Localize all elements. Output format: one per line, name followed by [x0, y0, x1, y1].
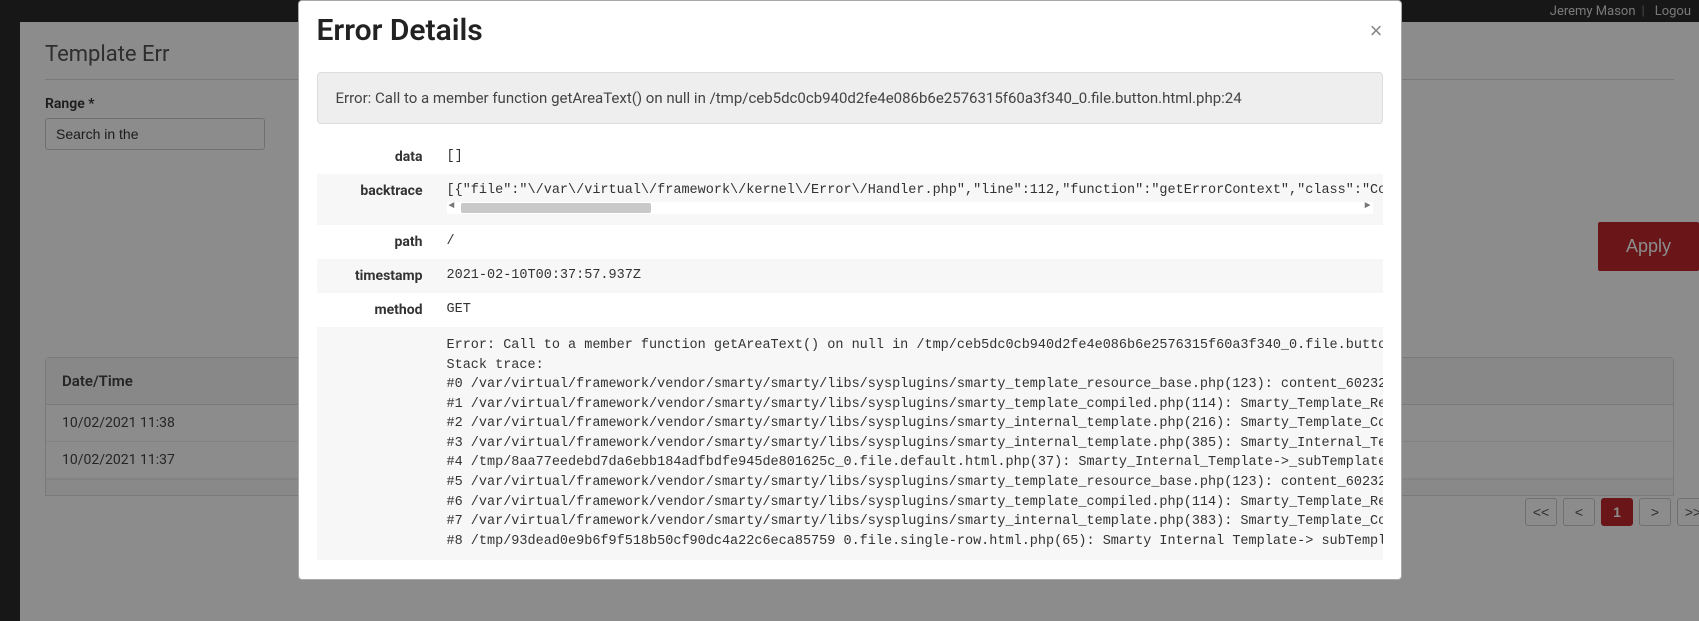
- key-method: method: [317, 293, 437, 327]
- hscroll-track[interactable]: ◄ ►: [447, 202, 1373, 214]
- modal-title: Error Details: [317, 13, 483, 48]
- key-data: data: [317, 140, 437, 174]
- error-banner: Error: Call to a member function getArea…: [317, 72, 1383, 124]
- error-details-modal: Error Details × Error: Call to a member …: [298, 0, 1402, 580]
- val-backtrace[interactable]: [{"file":"\/var\/virtual\/framework\/ker…: [437, 174, 1383, 225]
- detail-table: data [] backtrace [{"file":"\/var\/virtu…: [317, 140, 1383, 560]
- key-backtrace: backtrace: [317, 174, 437, 225]
- hscroll-right-icon[interactable]: ►: [1364, 201, 1370, 212]
- key-timestamp: timestamp: [317, 259, 437, 293]
- close-icon[interactable]: ×: [1370, 20, 1383, 42]
- key-path: path: [317, 225, 437, 259]
- val-timestamp: 2021-02-10T00:37:57.937Z: [437, 259, 1383, 293]
- hscroll-left-icon[interactable]: ◄: [449, 201, 455, 212]
- hscroll-thumb[interactable]: [461, 203, 651, 213]
- val-data: []: [437, 140, 1383, 174]
- key-stack: [317, 327, 437, 560]
- val-method: GET: [437, 293, 1383, 327]
- val-path: /: [437, 225, 1383, 259]
- modal-overlay[interactable]: Error Details × Error: Call to a member …: [0, 0, 1699, 621]
- val-stack[interactable]: Error: Call to a member function getArea…: [437, 327, 1383, 560]
